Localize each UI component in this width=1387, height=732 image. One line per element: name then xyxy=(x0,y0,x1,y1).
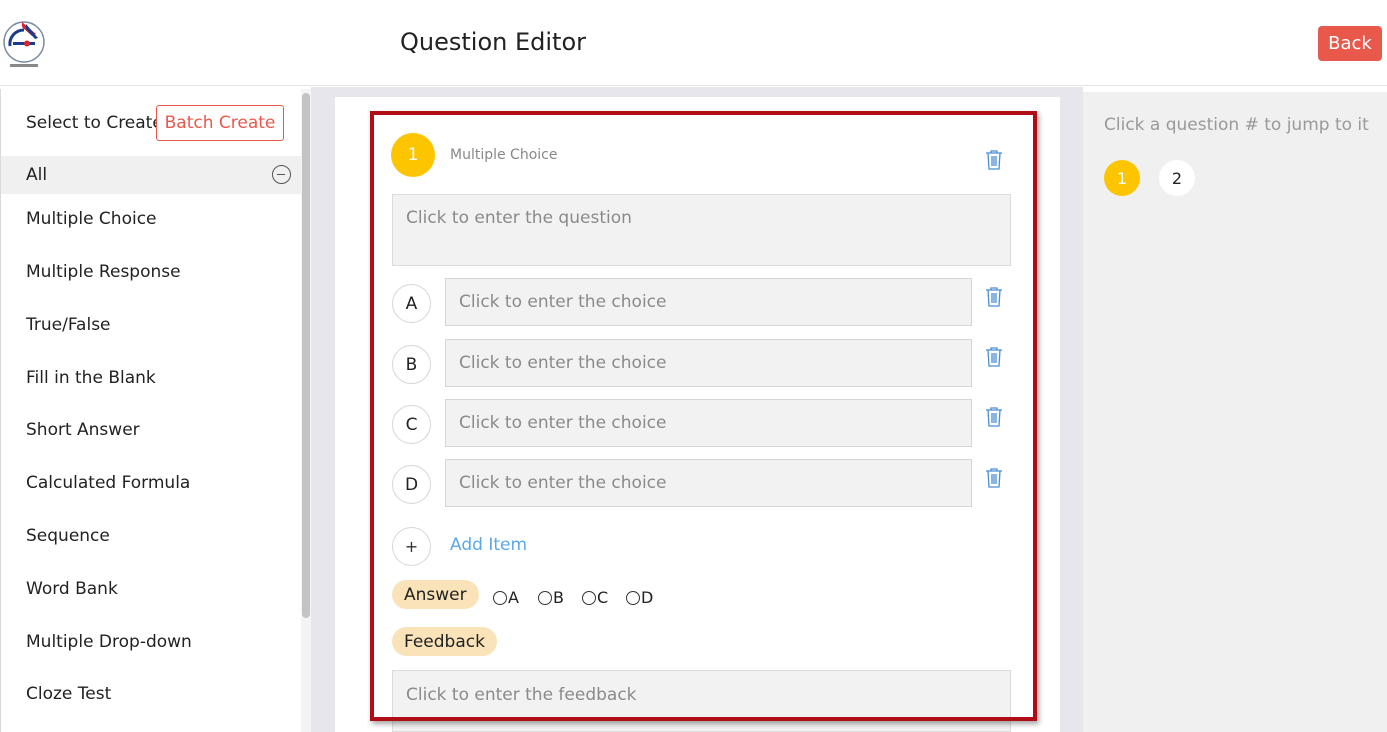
type-word-bank[interactable]: Word Bank xyxy=(26,579,118,599)
type-multiple-choice[interactable]: Multiple Choice xyxy=(26,209,157,229)
answer-label: Answer xyxy=(392,580,479,609)
radio-icon[interactable] xyxy=(493,590,507,605)
type-multiple-response[interactable]: Multiple Response xyxy=(26,262,181,282)
type-calculated-formula[interactable]: Calculated Formula xyxy=(26,473,190,493)
feedback-input[interactable]: Click to enter the feedback xyxy=(392,670,1011,732)
sidebar-scroll-thumb[interactable] xyxy=(302,93,310,618)
institution-logo xyxy=(2,12,46,74)
category-all[interactable]: All xyxy=(1,156,301,194)
choice-letter-d: D xyxy=(392,465,431,504)
answer-option-b[interactable]: B xyxy=(538,588,564,607)
delete-question-icon[interactable] xyxy=(985,150,1003,170)
type-short-answer[interactable]: Short Answer xyxy=(26,420,140,440)
collapse-icon[interactable] xyxy=(272,165,291,184)
type-cloze-test[interactable]: Cloze Test xyxy=(26,684,111,704)
type-fill-in-the-blank[interactable]: Fill in the Blank xyxy=(26,368,156,388)
feedback-label: Feedback xyxy=(392,627,497,656)
type-true-false[interactable]: True/False xyxy=(26,315,111,335)
type-multiple-drop-down[interactable]: Multiple Drop-down xyxy=(26,632,192,652)
radio-icon[interactable] xyxy=(538,590,552,605)
question-type-sidebar: Select to Create Batch Create All Multip… xyxy=(0,89,301,732)
nav-question-1[interactable]: 1 xyxy=(1104,160,1140,196)
answer-option-d[interactable]: D xyxy=(626,588,653,607)
navigator-hint: Click a question # to jump to it xyxy=(1104,115,1369,135)
batch-create-button[interactable]: Batch Create xyxy=(156,105,284,141)
select-to-create-label: Select to Create xyxy=(26,113,163,133)
back-button[interactable]: Back xyxy=(1318,26,1382,61)
choice-input-b[interactable]: Click to enter the choice xyxy=(445,339,972,387)
choice-letter-a: A xyxy=(392,284,431,323)
radio-icon[interactable] xyxy=(626,590,640,605)
delete-choice-c-icon[interactable] xyxy=(985,407,1003,427)
delete-choice-d-icon[interactable] xyxy=(985,468,1003,488)
question-number-badge: 1 xyxy=(391,133,435,177)
answer-option-a[interactable]: A xyxy=(493,588,519,607)
choice-letter-b: B xyxy=(392,345,431,384)
question-type-label: Multiple Choice xyxy=(450,147,558,163)
choice-input-c[interactable]: Click to enter the choice xyxy=(445,399,972,447)
choice-input-a[interactable]: Click to enter the choice xyxy=(445,278,972,326)
choice-input-d[interactable]: Click to enter the choice xyxy=(445,459,972,507)
type-sequence[interactable]: Sequence xyxy=(26,526,110,546)
add-item-link[interactable]: Add Item xyxy=(450,535,527,555)
add-item-button[interactable]: + xyxy=(392,527,431,566)
page-title: Question Editor xyxy=(400,28,586,56)
nav-question-2[interactable]: 2 xyxy=(1159,160,1195,196)
radio-icon[interactable] xyxy=(582,590,596,605)
header-bar: Question Editor Back xyxy=(0,0,1387,86)
category-all-label: All xyxy=(26,165,48,185)
delete-choice-a-icon[interactable] xyxy=(985,287,1003,307)
answer-option-c[interactable]: C xyxy=(582,588,608,607)
delete-choice-b-icon[interactable] xyxy=(985,347,1003,367)
question-input[interactable]: Click to enter the question xyxy=(392,194,1011,266)
choice-letter-c: C xyxy=(392,405,431,444)
